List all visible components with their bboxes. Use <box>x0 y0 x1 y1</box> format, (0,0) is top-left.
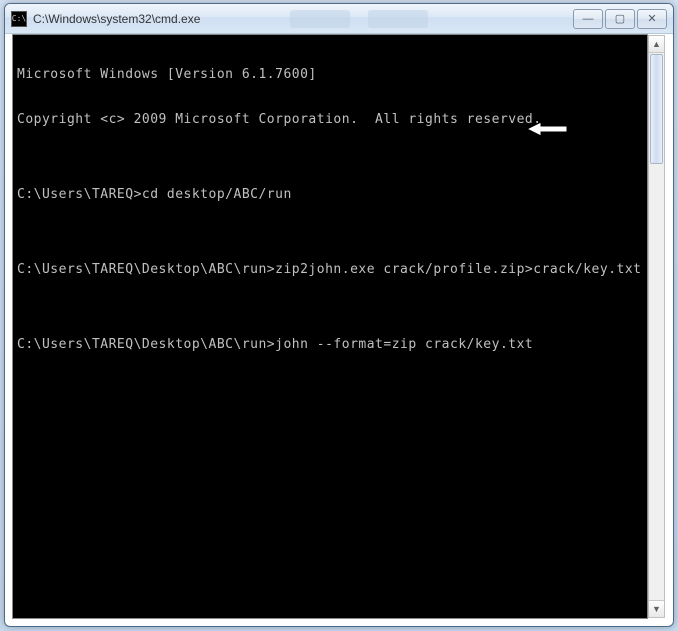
scroll-down-button[interactable]: ▼ <box>649 600 664 617</box>
scroll-up-button[interactable]: ▲ <box>649 36 664 53</box>
window-title: C:\Windows\system32\cmd.exe <box>33 12 200 26</box>
console-client-area: Microsoft Windows [Version 6.1.7600] Cop… <box>12 34 648 619</box>
titlebar[interactable]: C:\ C:\Windows\system32\cmd.exe — ▢ ✕ <box>5 4 673 34</box>
cmd-icon: C:\ <box>11 11 27 27</box>
console-line: C:\Users\TAREQ\Desktop\ABC\run>john --fo… <box>17 337 643 352</box>
console-line: Microsoft Windows [Version 6.1.7600] <box>17 67 643 82</box>
close-button[interactable]: ✕ <box>637 9 667 29</box>
background-blur <box>290 10 571 28</box>
cmd-window: C:\ C:\Windows\system32\cmd.exe — ▢ ✕ Mi… <box>4 3 674 627</box>
window-controls: — ▢ ✕ <box>571 9 667 29</box>
console-line: C:\Users\TAREQ\Desktop\ABC\run>zip2john.… <box>17 262 643 277</box>
ghost-element <box>290 10 350 28</box>
console-line: C:\Users\TAREQ>cd desktop/ABC/run <box>17 187 643 202</box>
vertical-scrollbar[interactable]: ▲ ▼ <box>648 35 665 618</box>
console-output[interactable]: Microsoft Windows [Version 6.1.7600] Cop… <box>13 35 647 618</box>
maximize-button[interactable]: ▢ <box>605 9 635 29</box>
scroll-thumb[interactable] <box>650 54 663 164</box>
ghost-element <box>368 10 428 28</box>
minimize-button[interactable]: — <box>573 9 603 29</box>
console-line: Copyright <c> 2009 Microsoft Corporation… <box>17 112 643 127</box>
